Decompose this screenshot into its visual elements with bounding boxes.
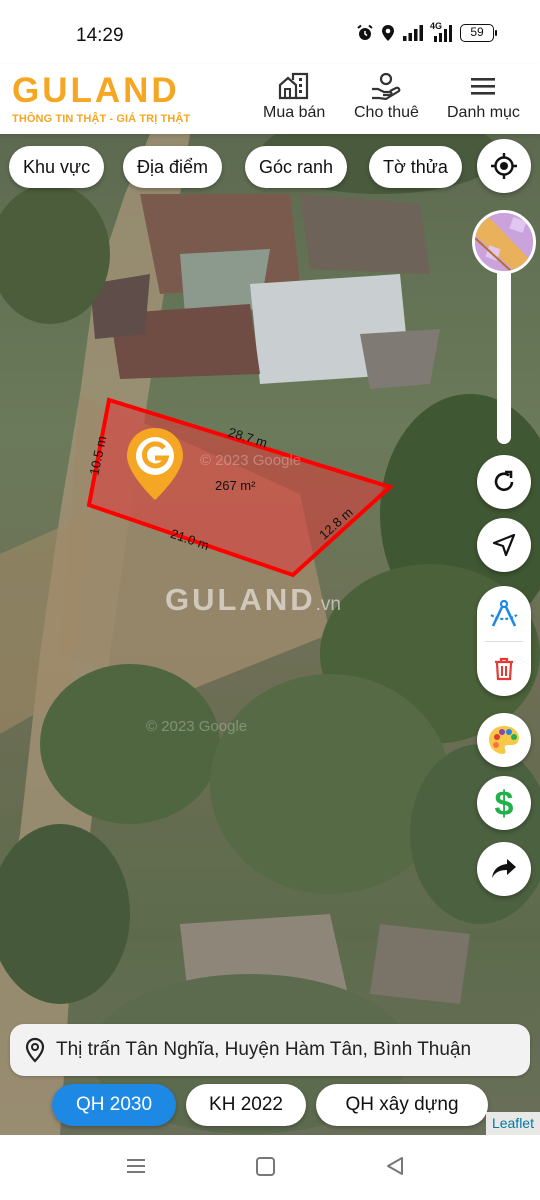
land-parcel[interactable] bbox=[0, 134, 540, 1135]
tab-qh-xay-dung[interactable]: QH xây dựng bbox=[316, 1084, 488, 1126]
nav-label: Mua bán bbox=[263, 104, 326, 121]
status-icons: 4G 59 bbox=[356, 21, 497, 42]
nav-mua-ban[interactable]: Mua bán bbox=[263, 72, 325, 122]
app-header: GULAND THÔNG TIN THẬT - GIÁ TRỊ THẬT Mua… bbox=[0, 64, 540, 134]
home-icon[interactable] bbox=[255, 1155, 277, 1177]
chip-goc-ranh[interactable]: Góc ranh bbox=[245, 146, 348, 188]
menu-icon bbox=[471, 78, 496, 95]
refresh-icon bbox=[494, 470, 514, 491]
chip-dia-diem[interactable]: Địa điểm bbox=[123, 146, 223, 188]
battery-icon: 59 bbox=[460, 24, 497, 42]
nav-label: Cho thuê bbox=[354, 104, 419, 121]
measure-button[interactable] bbox=[477, 586, 531, 641]
tab-kh-2022[interactable]: KH 2022 bbox=[186, 1084, 306, 1126]
address-text: Thị trấn Tân Nghĩa, Huyện Hàm Tân, Bình … bbox=[56, 1039, 472, 1060]
logo-wordmark: GULAND bbox=[12, 71, 180, 110]
map-copyright: © 2023 Google bbox=[146, 718, 248, 735]
signal-icon bbox=[403, 25, 423, 41]
parcel-area-label: 267 m² bbox=[215, 478, 256, 493]
nav-danh-muc[interactable]: Danh mục bbox=[447, 72, 520, 122]
hand-person-icon bbox=[372, 72, 401, 100]
map-pin-icon[interactable] bbox=[124, 426, 186, 502]
signal-4g-icon: 4G bbox=[430, 21, 454, 42]
chip-khu-vuc[interactable]: Khu vực bbox=[9, 146, 105, 188]
nav-cho-thue[interactable]: Cho thuê bbox=[354, 72, 419, 122]
dollar-icon: $ bbox=[495, 786, 514, 820]
status-time: 14:29 bbox=[76, 25, 124, 46]
guland-logo[interactable]: GULAND THÔNG TIN THẬT - GIÁ TRỊ THẬT bbox=[12, 71, 191, 126]
locate-button[interactable] bbox=[477, 139, 531, 193]
map-copyright: © 2023 Google bbox=[200, 452, 302, 469]
status-bar: 14:29 4G 59 bbox=[0, 0, 540, 64]
refresh-button[interactable] bbox=[477, 455, 531, 509]
location-pin-icon bbox=[25, 1037, 45, 1063]
trash-icon bbox=[495, 657, 513, 680]
address-bar[interactable]: Thị trấn Tân Nghĩa, Huyện Hàm Tân, Bình … bbox=[10, 1024, 530, 1076]
leaflet-attribution[interactable]: Leaflet bbox=[485, 1112, 540, 1135]
price-button[interactable]: $ bbox=[477, 776, 531, 830]
watermark-brand: GULAND bbox=[165, 582, 316, 617]
system-nav-bar bbox=[0, 1135, 540, 1200]
guland-watermark: GULAND.vn bbox=[165, 582, 341, 618]
palette-button[interactable] bbox=[477, 713, 531, 767]
alarm-icon bbox=[357, 24, 373, 40]
logo-tagline: THÔNG TIN THẬT - GIÁ TRỊ THẬT bbox=[12, 113, 191, 125]
navigate-icon bbox=[492, 533, 516, 557]
back-icon[interactable] bbox=[384, 1155, 406, 1177]
nav-label: Danh mục bbox=[447, 104, 520, 121]
palette-icon bbox=[489, 726, 519, 754]
share-button[interactable] bbox=[477, 842, 531, 896]
location-icon bbox=[382, 25, 394, 41]
watermark-suffix: .vn bbox=[315, 594, 341, 615]
buildings-icon bbox=[279, 72, 309, 100]
recents-menu-icon[interactable] bbox=[125, 1155, 147, 1177]
satellite-map[interactable]: 28.7 m 12.8 m 21.0 m 10.5 m 267 m² GULAN… bbox=[0, 134, 540, 1135]
compass-measure-icon bbox=[490, 599, 518, 627]
tab-qh-2030[interactable]: QH 2030 bbox=[52, 1084, 176, 1126]
svg-text:$: $ bbox=[495, 786, 514, 820]
zoom-slider[interactable] bbox=[497, 264, 511, 444]
measure-tools bbox=[477, 586, 531, 696]
layers-thumbnail[interactable] bbox=[472, 210, 536, 274]
share-icon bbox=[492, 859, 516, 878]
chip-to-thua[interactable]: Tờ thửa bbox=[369, 146, 462, 188]
locate-icon bbox=[491, 153, 517, 179]
delete-button[interactable] bbox=[477, 641, 531, 696]
navigate-button[interactable] bbox=[477, 518, 531, 572]
